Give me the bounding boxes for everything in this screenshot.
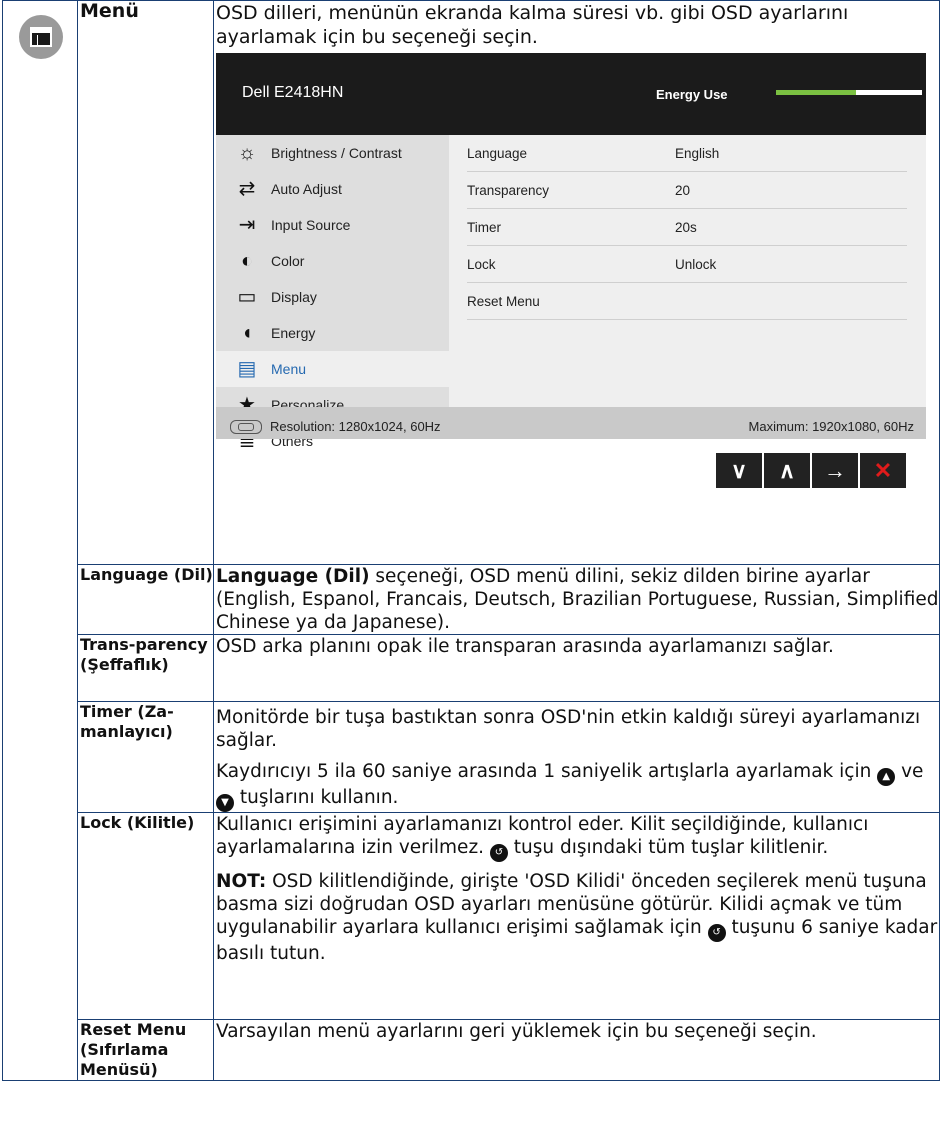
osd-item-label: Brightness / Contrast [271,144,402,161]
row-name-language: Language (Dil) [77,564,214,635]
color-palette-icon: ◐ [240,249,254,272]
osd-settings-list: Language English Transparency 20 Timer 2… [467,135,907,320]
row-desc-reset-menu: Varsayılan menü ayarlarını geri yüklemek… [213,1019,940,1081]
input-source-icon: ⇥ [238,213,256,236]
osd-menu-screenshot: Dell E2418HN Energy Use ☼ Brightness / C… [216,53,926,488]
osd-setting-timer[interactable]: Timer 20s [467,209,907,246]
osd-item-color[interactable]: ◐ Color [216,243,449,279]
row-name-lock: Lock (Kilitle) [77,812,214,1020]
osd-setting-language[interactable]: Language English [467,135,907,172]
osd-item-brightness-contrast[interactable]: ☼ Brightness / Contrast [216,135,449,171]
desc-text: Monitörde bir tuşa bastıktan sonra OSD'n… [216,707,921,751]
monitor-icon: ▭ [237,285,257,308]
osd-body: ☼ Brightness / Contrast ⇄ Auto Adjust ⇥ … [216,135,926,452]
section-name-cell: Menü [77,0,214,565]
osd-item-label: Menu [271,360,307,377]
note-text: NOT: OSD kilitlendiğinde, girişte 'OSD K… [216,870,939,965]
energy-use-fill [776,90,857,95]
desc-text: Kullanıcı erişimini ayarlamanızı kontrol… [216,813,939,862]
osd-header: Dell E2418HN Energy Use [216,53,926,135]
setting-value: English [675,145,720,161]
osd-button-bar: ∨ ∧ → ✕ [716,453,926,488]
up-arrow-icon[interactable]: ∧ [764,453,810,488]
up-button-icon: ▲ [877,768,896,786]
desc-part: ve [895,761,924,782]
osd-item-label: Auto Adjust [271,180,342,197]
energy-use-bar [776,90,922,95]
desc-part: tuşlarını kullanın. [234,787,399,808]
osd-item-label: Energy [271,324,316,341]
menu-window-icon: ▤ [237,357,257,380]
setting-name: Reset Menu [467,293,540,309]
maximum-resolution-text: Maximum: 1920x1080, 60Hz [748,419,914,434]
setting-value: 20 [675,182,691,198]
desc-bold-label: Language (Dil) [216,566,370,587]
auto-adjust-icon: ⇄ [238,177,256,200]
section-intro: OSD dilleri, menünün ekranda kalma süres… [216,2,849,48]
row-name-timer: Timer (Za-manlayıcı) [77,701,214,813]
row-name-reset-menu: Reset Menu (Sıfırlama Menüsü) [77,1019,214,1081]
section-title: Menü [80,0,139,22]
resolution-text: Resolution: 1280x1024, 60Hz [270,419,441,434]
row-desc-transparency: OSD arka planını opak ile transparan ara… [213,634,940,702]
osd-setting-transparency[interactable]: Transparency 20 [467,172,907,209]
row-desc-lock: Kullanıcı erişimini ayarlamanızı kontrol… [213,812,940,1020]
osd-item-label: Color [271,252,305,269]
setting-name: Language [467,145,528,161]
desc-part: Kaydırıcıyı 5 ila 60 saniye arasında 1 s… [216,761,878,782]
note-label: NOT: [216,871,267,892]
osd-setting-reset-menu[interactable]: Reset Menu [467,283,907,320]
osd-item-menu[interactable]: ▤ Menu [216,351,449,387]
desc-part: tuşu dışındaki tüm tuşlar kilitlenir. [507,837,829,858]
back-button-icon: ↺ [489,844,508,862]
energy-use-label: Energy Use [656,87,728,102]
down-button-icon: ▼ [216,794,234,812]
vga-connector-icon [230,419,262,434]
setting-name: Timer [467,219,501,235]
menu-settings-table: Menü OSD dilleri, menünün ekranda kalma … [2,0,940,1081]
osd-item-auto-adjust[interactable]: ⇄ Auto Adjust [216,171,449,207]
row-desc-language: Language (Dil) seçeneği, OSD menü dilini… [213,564,940,635]
setting-value: 20s [675,219,697,235]
right-arrow-icon[interactable]: → [812,453,858,488]
osd-item-label: Input Source [271,216,351,233]
desc-text-2: Kaydırıcıyı 5 ila 60 saniye arasında 1 s… [216,760,939,812]
row-name-transparency: Trans-parency (Şeffaflık) [77,634,214,702]
setting-name: Transparency [467,182,550,198]
osd-category-list: ☼ Brightness / Contrast ⇄ Auto Adjust ⇥ … [216,135,449,452]
row-desc-timer: Monitörde bir tuşa bastıktan sonra OSD'n… [213,701,940,813]
setting-name: Lock [467,256,496,272]
down-arrow-icon[interactable]: ∨ [716,453,762,488]
menu-window-icon [19,15,63,59]
osd-status-bar: Resolution: 1280x1024, 60Hz Maximum: 192… [216,407,926,439]
resolution-status: Resolution: 1280x1024, 60Hz [230,415,441,438]
osd-setting-lock[interactable]: Lock Unlock [467,246,907,283]
sun-icon: ☼ [237,141,257,164]
close-icon[interactable]: ✕ [860,453,906,488]
osd-item-display[interactable]: ▭ Display [216,279,449,315]
osd-item-input-source[interactable]: ⇥ Input Source [216,207,449,243]
osd-item-energy[interactable]: ◖ Energy [216,315,449,351]
back-button-icon: ↺ [707,924,726,942]
icon-column [2,0,78,1081]
osd-item-label: Display [271,288,317,305]
setting-value: Unlock [675,256,717,272]
section-description-cell: OSD dilleri, menünün ekranda kalma süres… [213,0,940,565]
osd-model-name: Dell E2418HN [242,84,344,101]
energy-drop-icon: ◖ [240,321,254,344]
